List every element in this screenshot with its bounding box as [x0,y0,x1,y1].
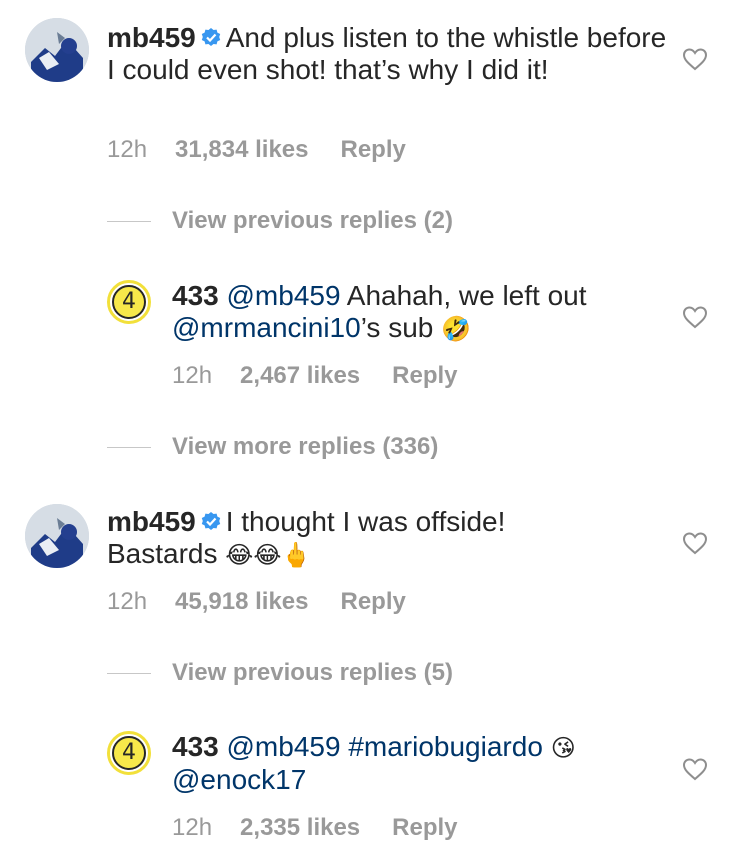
comment-text-line2: Bastards [107,538,218,569]
likes-count[interactable]: 2,335 likes [240,814,360,842]
avatar-photo-icon [25,504,89,568]
comment-text: I thought I was offside! [225,506,506,537]
comment-time: 12h [172,362,213,389]
comment-meta: 12h 31,834 likes Reply [107,136,406,164]
view-previous-replies-link[interactable]: View previous replies (2) [172,207,453,235]
replies-divider [107,221,151,222]
badge-4-icon: 4 [112,285,146,319]
avatar[interactable]: 4 [107,280,151,324]
reply-button[interactable]: Reply [392,362,457,390]
view-previous-replies-link[interactable]: View previous replies (5) [172,659,453,687]
avatar[interactable]: 4 [107,731,151,775]
heart-icon[interactable] [682,531,708,555]
replies-divider [107,447,151,448]
likes-count[interactable]: 2,467 likes [240,362,360,390]
reply-button[interactable]: Reply [341,588,406,616]
mention-link[interactable]: @mb459 [227,280,341,311]
avatar[interactable] [25,504,89,568]
comment-body: 433 @mb459 Ahahah, we left out @mrmancin… [172,280,672,345]
badge-4-icon: 4 [112,736,146,770]
comment-text-suffix: ’s sub [360,312,434,343]
comment-text: Ahahah, we left out [346,280,587,311]
comment-body: mb459 And plus listen to the whistle befo… [107,22,667,86]
laughing-emoji-icon: 😂😂🖕 [225,541,312,569]
reply-button[interactable]: Reply [341,136,406,164]
comment-meta: 12h 2,335 likes Reply [172,814,458,842]
verified-badge-icon [201,28,220,46]
comment-time: 12h [172,814,213,841]
comment-body: mb459 I thought I was offside! Bastards 😂… [107,506,667,571]
avatar[interactable] [25,18,89,82]
mention-link[interactable]: @enock17 [172,764,306,795]
comments-feed: mb459 And plus listen to the whistle befo… [0,0,750,849]
comment-meta: 12h 2,467 likes Reply [172,362,458,390]
heart-icon[interactable] [682,305,708,329]
rofl-emoji-icon: 🤣 [441,315,472,343]
username[interactable]: 433 [172,280,219,311]
likes-count[interactable]: 45,918 likes [175,588,308,616]
replies-divider [107,673,151,674]
kiss-emoji-icon: 😘 [550,734,576,762]
comment-body: 433 @mb459 #mariobugiardo 😘 @enock17 [172,731,672,796]
hashtag-link[interactable]: #mariobugiardo [348,731,543,762]
username[interactable]: 433 [172,731,219,762]
view-more-replies-link[interactable]: View more replies (336) [172,433,438,461]
comment-time: 12h [107,136,148,163]
reply-button[interactable]: Reply [392,814,457,842]
mention-link[interactable]: @mrmancini10 [172,312,361,343]
username[interactable]: mb459 [107,506,196,537]
verified-badge-icon [201,512,220,530]
heart-icon[interactable] [682,47,708,71]
heart-icon[interactable] [682,757,708,781]
username[interactable]: mb459 [107,22,196,53]
mention-link[interactable]: @mb459 [227,731,341,762]
likes-count[interactable]: 31,834 likes [175,136,308,164]
comment-meta: 12h 45,918 likes Reply [107,588,406,616]
comment-time: 12h [107,588,148,615]
avatar-photo-icon [25,18,89,82]
